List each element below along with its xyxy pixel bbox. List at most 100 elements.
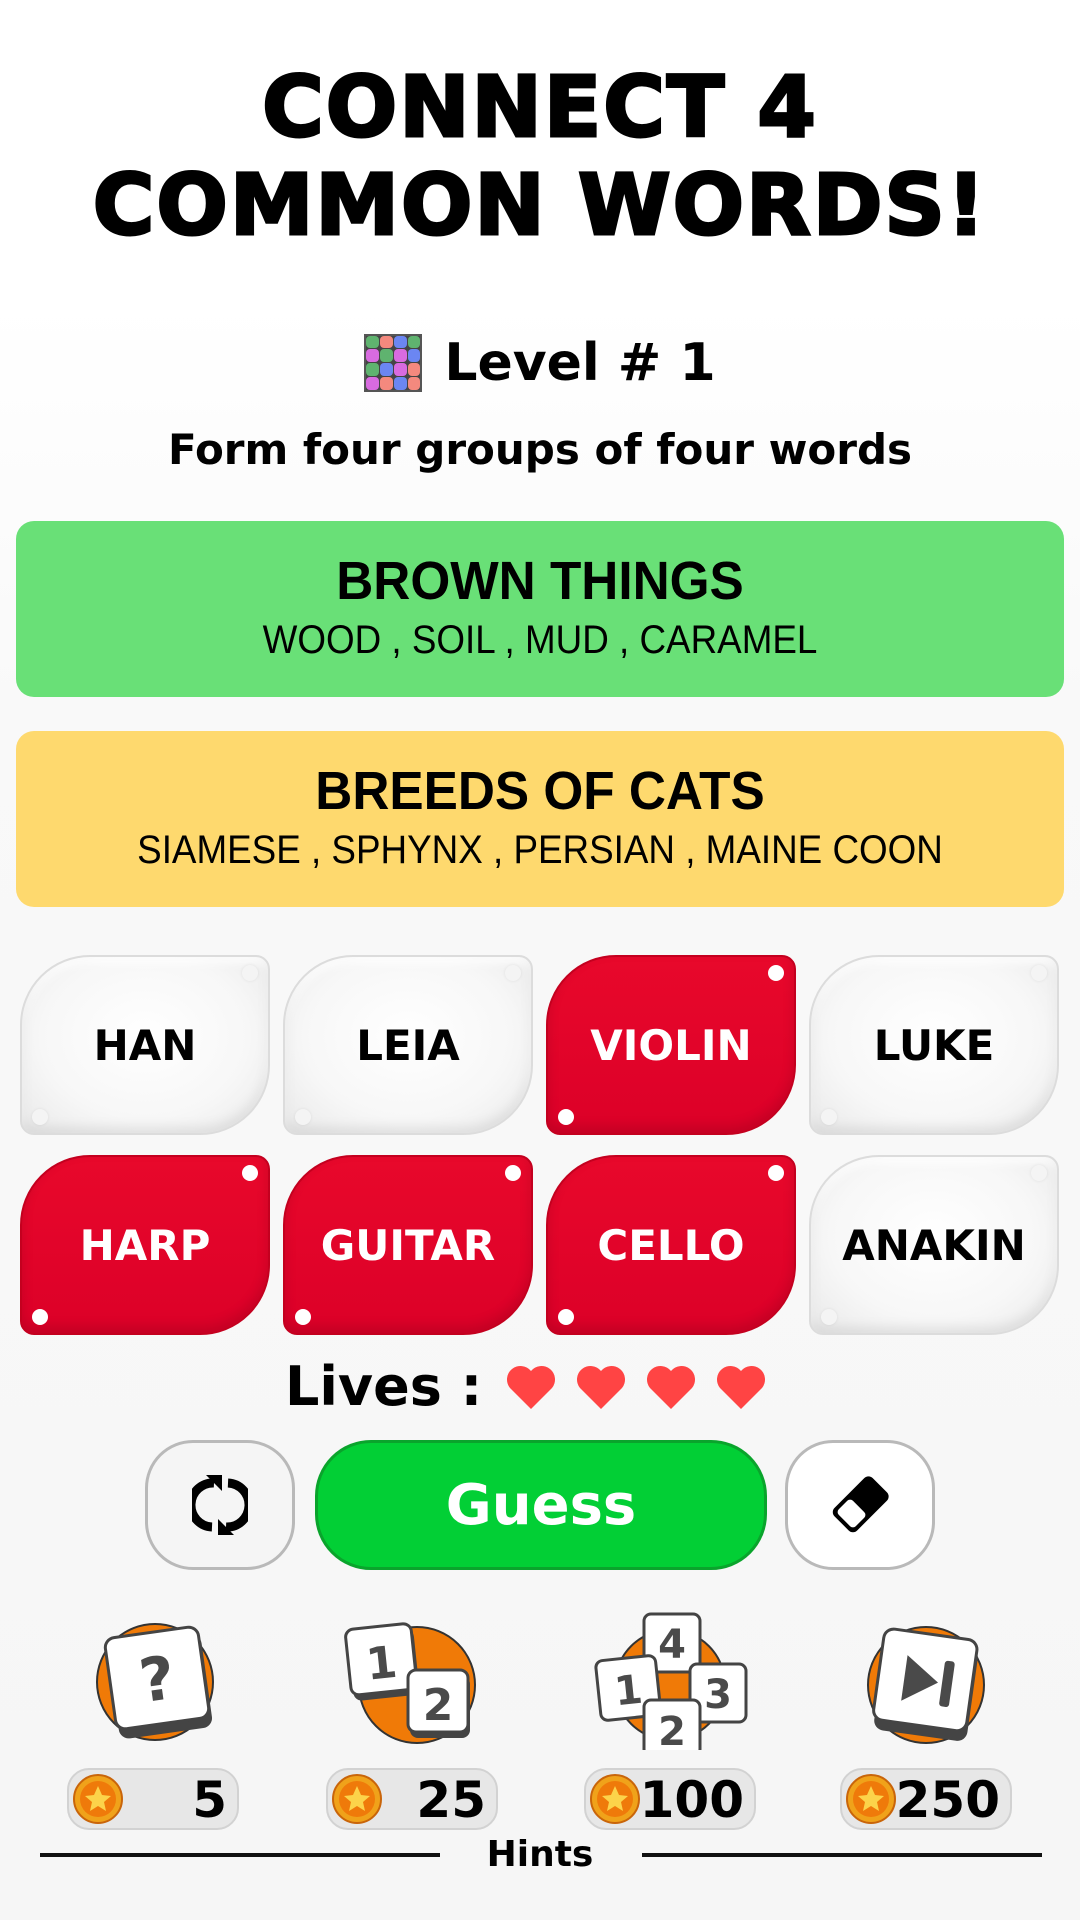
solved-group: BROWN THINGS WOOD , SOIL , MUD , CARAMEL [16, 521, 1064, 697]
word-tile-selected[interactable]: VIOLIN [546, 955, 796, 1135]
action-bar: Guess [0, 1440, 1080, 1570]
group-words: WOOD , SOIL , MUD , CARAMEL [262, 618, 818, 662]
lives-indicator: Lives : [0, 1355, 1080, 1425]
coin-icon [332, 1774, 382, 1824]
grid-cell [407, 376, 421, 390]
lives-label: Lives : [285, 1355, 483, 1418]
hint-cost: 250 [840, 1768, 1012, 1830]
grid-cell [407, 363, 421, 376]
tile-highlight [32, 1309, 48, 1325]
coin-icon [590, 1774, 640, 1824]
color-grid-icon [364, 333, 423, 392]
heart-icon [506, 1365, 556, 1409]
game-title: CONNECT 4 COMMON WORDS! [0, 57, 1080, 256]
erase-button[interactable] [785, 1440, 935, 1570]
tile-highlight [821, 1109, 837, 1125]
reveal-four-icon: 4 3 1 2 [594, 1612, 748, 1750]
svg-text:1: 1 [612, 1667, 644, 1716]
divider-right [642, 1853, 1042, 1857]
tile-highlight [821, 1309, 837, 1325]
tile-word: HAN [93, 1020, 197, 1070]
group-words: SIAMESE , SPHYNX , PERSIAN , MAINE COON [137, 828, 943, 872]
word-tile-grid: HAN LEIA VIOLIN LUKE HARP GUITAR CELLO A… [20, 955, 1062, 1335]
tile-highlight [768, 965, 784, 981]
title-line-2: COMMON WORDS! [91, 155, 988, 256]
tile-word: HARP [79, 1220, 211, 1270]
tile-word: LUKE [873, 1020, 995, 1070]
group-category: BROWN THINGS [336, 551, 744, 611]
grid-cell [366, 363, 380, 376]
grid-cell [407, 335, 421, 349]
tile-highlight [558, 1109, 574, 1125]
skip-level-icon [867, 1626, 985, 1744]
grid-cell [366, 335, 380, 349]
title-line-1: CONNECT 4 [261, 57, 818, 158]
word-tile[interactable]: HAN [20, 955, 270, 1135]
level-label: Level # 1 [444, 332, 716, 393]
grid-cell [380, 349, 393, 362]
grid-cell [380, 335, 393, 349]
tile-highlight [505, 965, 521, 981]
shuffle-icon [192, 1475, 248, 1535]
tile-highlight [32, 1109, 48, 1125]
hint-cost-value: 100 [639, 1771, 744, 1829]
word-tile[interactable]: ANAKIN [809, 1155, 1059, 1335]
guess-button[interactable]: Guess [315, 1440, 767, 1570]
svg-text:1: 1 [364, 1637, 400, 1691]
coin-icon [846, 1774, 896, 1824]
tile-word: GUITAR [320, 1220, 496, 1270]
tile-highlight [295, 1309, 311, 1325]
tile-highlight [1031, 1165, 1047, 1181]
shuffle-button[interactable] [145, 1440, 295, 1570]
grid-cell [366, 376, 380, 390]
tile-highlight [505, 1165, 521, 1181]
svg-text:2: 2 [423, 1680, 454, 1731]
hint-cost-value: 250 [895, 1771, 1000, 1829]
svg-text:3: 3 [704, 1672, 732, 1718]
grid-cell [393, 363, 407, 376]
instructions: Form four groups of four words [167, 425, 913, 474]
hint-cost: 25 [326, 1768, 498, 1830]
hint-cost-value: 25 [416, 1771, 486, 1829]
grid-cell [380, 376, 393, 390]
tile-highlight [242, 1165, 258, 1181]
svg-text:2: 2 [658, 1709, 686, 1750]
grid-cell [366, 349, 380, 362]
heart-icon [646, 1365, 696, 1409]
hint-cost-value: 5 [192, 1771, 227, 1829]
svg-text:4: 4 [658, 1622, 686, 1668]
group-category: BREEDS OF CATS [315, 761, 765, 821]
hint-cost: 5 [67, 1768, 239, 1830]
word-tile-selected[interactable]: HARP [20, 1155, 270, 1335]
eraser-icon [832, 1476, 889, 1533]
hint-cost: 100 [584, 1768, 756, 1830]
heart-icon [576, 1365, 626, 1409]
tile-word: CELLO [597, 1220, 745, 1270]
word-tile[interactable]: LUKE [809, 955, 1059, 1135]
word-tile-selected[interactable]: CELLO [546, 1155, 796, 1335]
grid-cell [380, 363, 393, 376]
tile-word: ANAKIN [842, 1220, 1026, 1270]
heart-icon [716, 1365, 766, 1409]
hints-section-footer: Hints [0, 1834, 1080, 1888]
reveal-two-icon: 1 2 [344, 1622, 476, 1744]
tile-highlight [295, 1109, 311, 1125]
tile-highlight [558, 1309, 574, 1325]
level-header: Level # 1 [0, 325, 1080, 400]
word-tile-selected[interactable]: GUITAR [283, 1155, 533, 1335]
word-tile[interactable]: LEIA [283, 955, 533, 1135]
grid-cell [407, 349, 421, 362]
hearts [505, 1363, 767, 1411]
tile-word: LEIA [356, 1020, 460, 1070]
tile-highlight [1031, 965, 1047, 981]
tile-highlight [242, 965, 258, 981]
grid-cell [393, 335, 407, 349]
tile-highlight [768, 1165, 784, 1181]
grid-cell [393, 349, 407, 362]
coin-icon [73, 1774, 123, 1824]
reveal-letter-icon: ? [96, 1623, 214, 1741]
solved-group: BREEDS OF CATS SIAMESE , SPHYNX , PERSIA… [16, 731, 1064, 907]
grid-cell [393, 376, 407, 390]
guess-label: Guess [445, 1472, 637, 1538]
tile-word: VIOLIN [590, 1020, 752, 1070]
